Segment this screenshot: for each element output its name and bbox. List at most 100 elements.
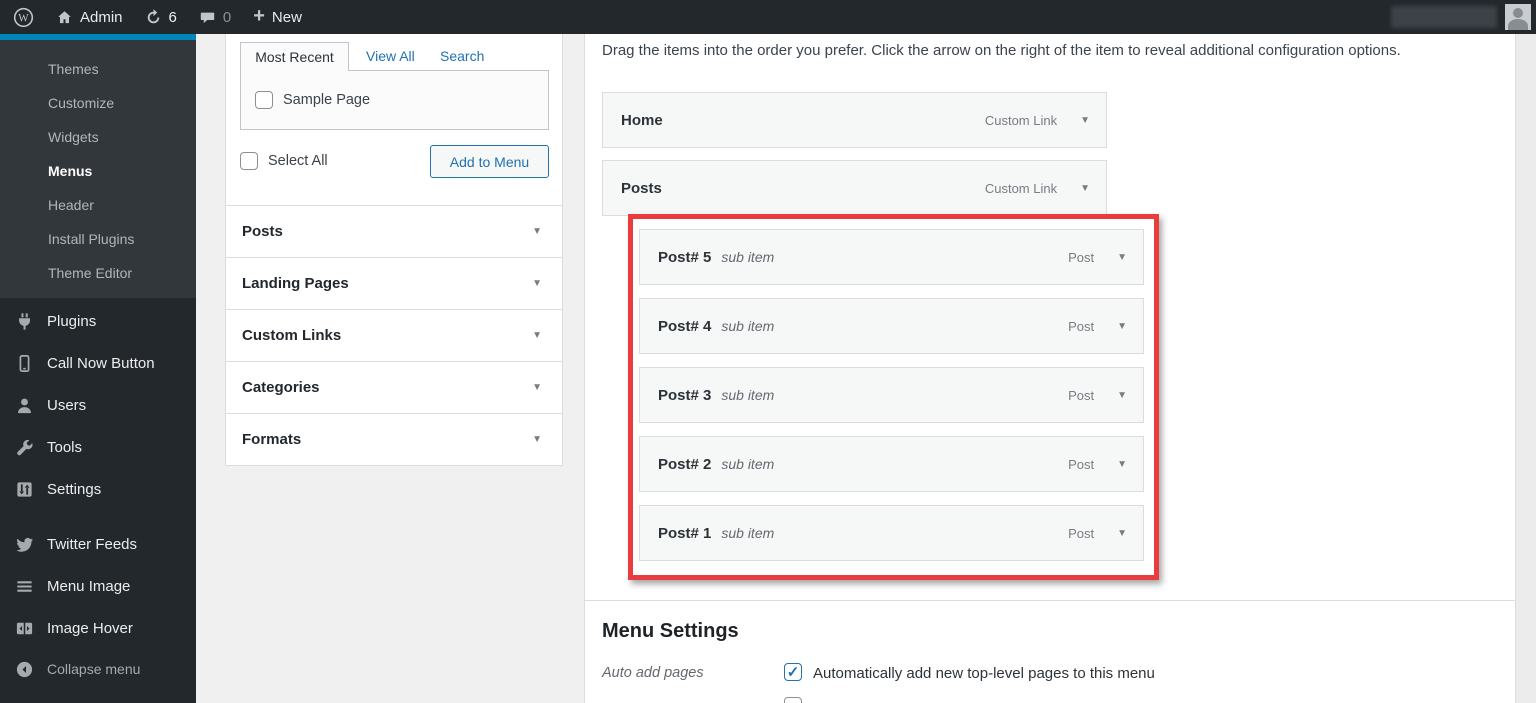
updates-icon [145,8,162,26]
chevron-down-icon[interactable]: ▼ [1080,115,1090,126]
chevron-down-icon[interactable]: ▼ [1117,459,1127,470]
menu-item-title: Post# 4 [658,317,712,335]
accordion-label: Landing Pages [242,275,349,292]
chevron-down-icon: ▼ [532,330,542,341]
sidebar-item-header[interactable]: Header [0,188,196,222]
menu-item-post-1[interactable]: Post# 1 sub item Post ▼ [639,505,1144,561]
chevron-down-icon: ▼ [532,278,542,289]
select-all-checkbox[interactable] [240,152,258,170]
accordion-label: Posts [242,223,283,240]
accordion-custom-links[interactable]: Custom Links ▼ [226,309,562,361]
menu-item-title: Post# 2 [658,455,712,473]
collapse-menu-button[interactable]: Collapse menu [0,648,196,690]
sidebar-item-tools[interactable]: Tools [0,426,196,468]
sidebar-item-customize[interactable]: Customize [0,86,196,120]
auto-add-pages-label: Auto add pages [602,665,704,681]
new-content-menu[interactable]: + New [242,0,313,34]
accordion-landing-pages[interactable]: Landing Pages ▼ [226,257,562,309]
plus-icon: + [253,5,265,27]
site-name-menu[interactable]: Admin [45,0,134,34]
tab-view-all[interactable]: View All [366,48,415,64]
accordion-posts[interactable]: Posts ▼ [226,205,562,257]
chevron-down-icon[interactable]: ▼ [1117,252,1127,263]
account-name-redacted [1391,6,1497,28]
menu-item-type: Post [1068,249,1095,265]
appearance-submenu: Themes Customize Widgets Menus Header In… [0,40,196,298]
chevron-down-icon: ▼ [532,382,542,393]
menu-item-title: Post# 3 [658,386,712,404]
menu-item-post-5[interactable]: Post# 5 sub item Post ▼ [639,229,1144,285]
auto-add-pages-checkbox[interactable]: ✓ [784,663,802,681]
sidebar-item-users[interactable]: Users [0,384,196,426]
menu-item-home[interactable]: Home Custom Link ▼ [602,92,1107,148]
tab-most-recent[interactable]: Most Recent [240,42,349,71]
accordion-formats[interactable]: Formats ▼ [226,413,562,465]
chevron-down-icon[interactable]: ▼ [1117,321,1127,332]
menu-item-post-2[interactable]: Post# 2 sub item Post ▼ [639,436,1144,492]
chevron-down-icon[interactable]: ▼ [1117,528,1127,539]
next-setting-checkbox-partial[interactable] [784,697,802,703]
updates-menu[interactable]: 6 [134,0,188,34]
sub-item-note: sub item [721,318,775,334]
sidebar-plugin-menu: Twitter Feeds Menu Image Image Hover [0,523,196,649]
sidebar-item-label: Menu Image [47,577,131,595]
sample-page-label[interactable]: Sample Page [283,92,370,108]
auto-add-pages-text[interactable]: Automatically add new top-level pages to… [813,665,1155,682]
wordpress-logo-icon: W [13,7,34,28]
comments-menu[interactable]: 0 [188,0,242,34]
wrench-icon [13,438,35,457]
menu-settings-heading: Menu Settings [602,620,739,642]
sidebar-item-themes[interactable]: Themes [0,52,196,86]
sidebar-item-settings[interactable]: Settings [0,468,196,510]
menu-item-type: Custom Link [984,112,1058,128]
accordion-label: Custom Links [242,327,342,344]
sidebar-item-plugins[interactable]: Plugins [0,300,196,342]
account-menu[interactable] [1391,4,1536,30]
sidebar-item-theme-editor[interactable]: Theme Editor [0,256,196,290]
menu-item-title: Posts [621,179,662,197]
select-all-label[interactable]: Select All [268,153,328,169]
menu-item-post-3[interactable]: Post# 3 sub item Post ▼ [639,367,1144,423]
sidebar-item-label: Users [47,396,87,414]
accordion-label: Formats [242,431,302,448]
menu-structure-editor: Drag the items into the order you prefer… [584,34,1516,703]
new-label: New [271,8,302,26]
accordion-categories[interactable]: Categories ▼ [226,361,562,413]
sidebar-item-image-hover[interactable]: Image Hover [0,607,196,649]
sidebar-item-install-plugins[interactable]: Install Plugins [0,222,196,256]
menu-item-type: Custom Link [984,180,1058,196]
sidebar-item-menu-image[interactable]: Menu Image [0,565,196,607]
checkmark-icon: ✓ [786,663,800,681]
sidebar-item-label: Tools [47,438,83,456]
comments-count: 0 [222,8,232,26]
accordion-label: Categories [242,379,320,396]
sidebar-item-twitter-feeds[interactable]: Twitter Feeds [0,523,196,565]
most-recent-pages-list: Sample Page [240,70,549,130]
sidebar-item-label: Plugins [47,312,97,330]
chevron-down-icon[interactable]: ▼ [1117,390,1127,401]
collapse-menu-label: Collapse menu [47,661,141,677]
svg-text:W: W [18,12,29,24]
updates-count: 6 [168,8,177,26]
chevron-down-icon[interactable]: ▼ [1080,183,1090,194]
wordpress-admin-screen: W Admin 6 0 + New Themes Customize Widge… [0,0,1536,703]
chevron-down-icon: ▼ [532,226,542,237]
sample-page-checkbox[interactable] [255,91,273,109]
sidebar-item-widgets[interactable]: Widgets [0,120,196,154]
section-divider [585,600,1515,601]
sidebar-item-menus[interactable]: Menus [0,154,196,188]
sidebar-item-call-now-button[interactable]: Call Now Button [0,342,196,384]
menu-item-posts[interactable]: Posts Custom Link ▼ [602,160,1107,216]
collapse-arrow-icon [13,660,35,679]
image-compare-icon [13,619,35,638]
add-to-menu-button[interactable]: Add to Menu [430,145,549,178]
menu-lines-icon [13,577,35,596]
sidebar-item-label: Twitter Feeds [47,535,138,553]
menu-item-post-4[interactable]: Post# 4 sub item Post ▼ [639,298,1144,354]
scrollbar-track[interactable] [1516,34,1536,703]
wordpress-logo-menu[interactable]: W [0,0,45,34]
admin-bar: W Admin 6 0 + New [0,0,1536,34]
menu-item-type: Post [1068,318,1095,334]
tab-search[interactable]: Search [440,48,484,64]
sub-item-note: sub item [721,249,775,265]
